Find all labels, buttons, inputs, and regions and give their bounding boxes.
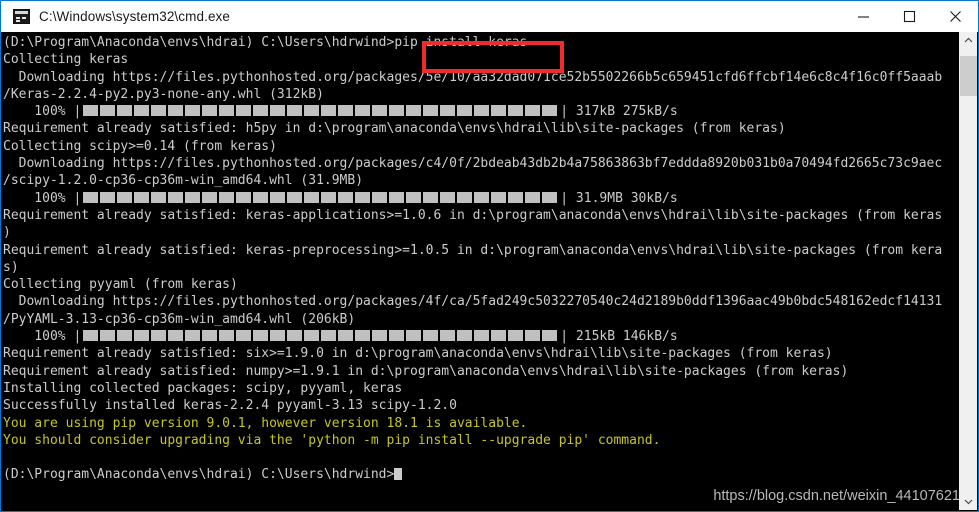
progress-bar: [83, 330, 559, 342]
progress-bar: [83, 105, 559, 117]
terminal-text: Successfully installed keras-2.2.4 pyyam…: [3, 398, 457, 414]
terminal-text: Installing collected packages: scipy, py…: [3, 380, 403, 396]
terminal-line: Downloading https://files.pythonhosted.o…: [3, 155, 960, 172]
terminal-line: /scipy-1.2.0-cp36-cp36m-win_amd64.whl (3…: [3, 172, 960, 189]
scrollbar-track[interactable]: [960, 49, 977, 493]
terminal-line: Collecting keras: [3, 51, 960, 68]
progress-percent: 100% |: [3, 329, 82, 345]
terminal-line: /Keras-2.2.4-py2.py3-none-any.whl (312kB…: [3, 86, 960, 103]
terminal-text: Requirement already satisfied: numpy>=1.…: [3, 363, 849, 379]
terminal-text: Collecting scipy>=0.14 (from keras): [3, 138, 277, 154]
terminal-line: (D:\Program\Anaconda\envs\hdrai) C:\User…: [3, 34, 960, 51]
terminal-line: Requirement already satisfied: keras-app…: [3, 207, 960, 224]
progress-percent: 100% |: [3, 104, 82, 120]
terminal-line: 100% | | 31.9MB 30kB/s: [3, 190, 960, 207]
progress-bar: [83, 191, 559, 203]
terminal-text: /PyYAML-3.13-cp36-cp36m-win_amd64.whl (2…: [3, 311, 356, 327]
terminal-text: Downloading https://files.pythonhosted.o…: [3, 69, 943, 85]
cmd-window: C:\Windows\system32\cmd.exe (D:\Program\…: [0, 0, 979, 512]
terminal-line: You should consider upgrading via the 'p…: [3, 432, 960, 449]
terminal-line: /PyYAML-3.13-cp36-cp36m-win_amd64.whl (2…: [3, 311, 960, 328]
scroll-down-icon[interactable]: [960, 493, 977, 510]
text-cursor: [394, 468, 403, 481]
terminal-line: 100% | | 215kB 146kB/s: [3, 328, 960, 345]
terminal-line: Installing collected packages: scipy, py…: [3, 380, 960, 397]
close-button[interactable]: [932, 1, 978, 32]
terminal-line: 100% | | 317kB 275kB/s: [3, 103, 960, 120]
terminal-text: ): [3, 225, 11, 241]
console-icon: [13, 9, 30, 24]
terminal-text: You are using pip version 9.0.1, however…: [3, 415, 528, 431]
terminal-line: Requirement already satisfied: six>=1.9.…: [3, 345, 960, 362]
terminal-line: Downloading https://files.pythonhosted.o…: [3, 293, 960, 310]
window-controls: [840, 1, 978, 32]
terminal-text: Downloading https://files.pythonhosted.o…: [3, 294, 943, 310]
terminal-line: (D:\Program\Anaconda\envs\hdrai) C:\User…: [3, 466, 960, 483]
terminal-line: You are using pip version 9.0.1, however…: [3, 415, 960, 432]
watermark: https://blog.csdn.net/weixin_44107621: [713, 488, 960, 504]
title-bar[interactable]: C:\Windows\system32\cmd.exe: [1, 1, 978, 32]
terminal-text: Collecting pyyaml (from keras): [3, 277, 238, 293]
terminal-text: You should consider upgrading via the 'p…: [3, 432, 661, 448]
terminal-text: (D:\Program\Anaconda\envs\hdrai) C:\User…: [3, 35, 528, 50]
terminal-line: s): [3, 259, 960, 276]
terminal-line: Downloading https://files.pythonhosted.o…: [3, 69, 960, 86]
progress-stats: | 31.9MB 30kB/s: [560, 190, 678, 206]
progress-stats: | 317kB 275kB/s: [560, 104, 678, 120]
scroll-up-icon[interactable]: [960, 32, 977, 49]
terminal-line: Successfully installed keras-2.2.4 pyyam…: [3, 397, 960, 414]
terminal-output[interactable]: (D:\Program\Anaconda\envs\hdrai) C:\User…: [2, 32, 960, 510]
terminal-line: Requirement already satisfied: h5py in d…: [3, 120, 960, 137]
terminal-line: ): [3, 224, 960, 241]
progress-percent: 100% |: [3, 190, 82, 206]
scrollbar-thumb[interactable]: [960, 56, 977, 96]
maximize-button[interactable]: [886, 1, 932, 32]
terminal-line: Collecting pyyaml (from keras): [3, 276, 960, 293]
terminal-text: Downloading https://files.pythonhosted.o…: [3, 156, 943, 172]
terminal-text: (D:\Program\Anaconda\envs\hdrai) C:\User…: [3, 467, 395, 483]
window-title: C:\Windows\system32\cmd.exe: [39, 9, 231, 24]
terminal-text: /scipy-1.2.0-cp36-cp36m-win_amd64.whl (3…: [3, 173, 364, 189]
terminal-line: Requirement already satisfied: keras-pre…: [3, 242, 960, 259]
terminal-line: Collecting scipy>=0.14 (from keras): [3, 138, 960, 155]
minimize-button[interactable]: [840, 1, 886, 32]
terminal-text: Requirement already satisfied: keras-app…: [3, 207, 943, 223]
terminal-text: /Keras-2.2.4-py2.py3-none-any.whl (312kB…: [3, 86, 324, 102]
terminal-text: Requirement already satisfied: six>=1.9.…: [3, 346, 833, 362]
terminal-text: Requirement already satisfied: h5py in d…: [3, 121, 786, 137]
terminal-line: Requirement already satisfied: numpy>=1.…: [3, 363, 960, 380]
terminal-text: s): [3, 259, 19, 275]
progress-stats: | 215kB 146kB/s: [560, 329, 678, 345]
terminal-text: Requirement already satisfied: keras-pre…: [3, 242, 943, 258]
vertical-scrollbar[interactable]: [959, 32, 977, 510]
terminal-text: Collecting keras: [3, 52, 129, 68]
